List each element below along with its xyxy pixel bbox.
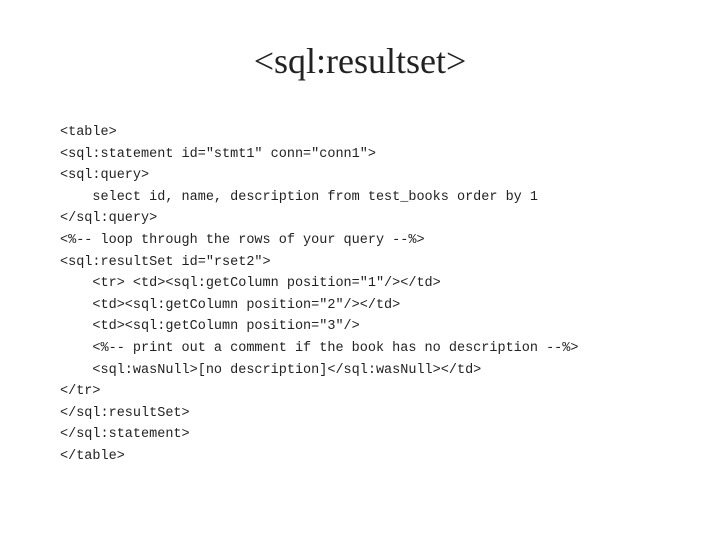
page-title: <sql:resultset> [60,40,660,82]
code-block: <table> <sql:statement id="stmt1" conn="… [60,122,660,468]
page: <sql:resultset> <table> <sql:statement i… [0,0,720,540]
